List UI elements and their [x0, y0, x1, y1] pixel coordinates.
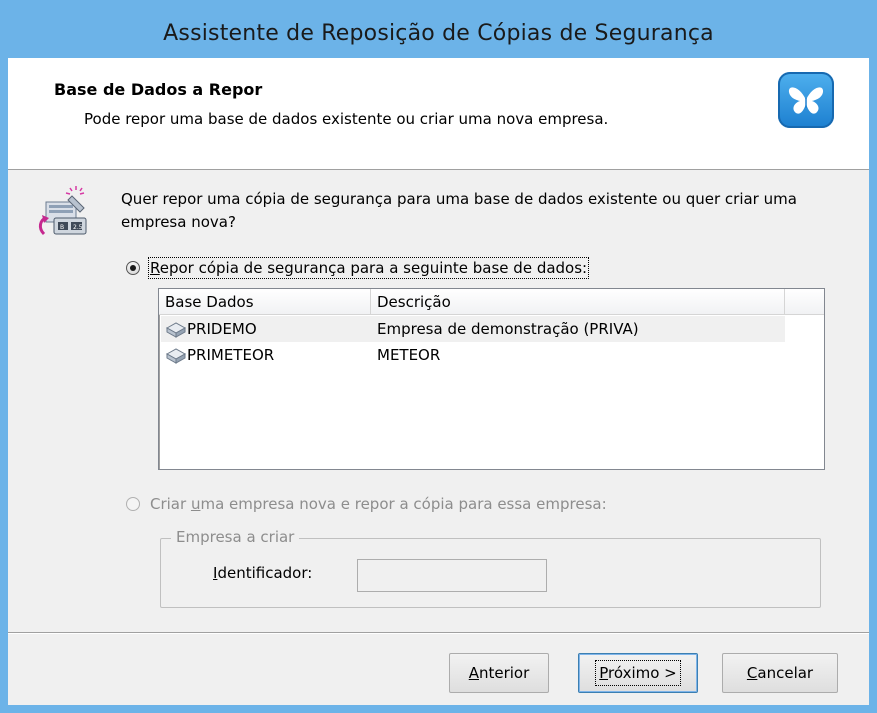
table-row[interactable]: PRIDEMO Empresa de demonstração (PRIVA)	[161, 316, 785, 342]
database-description: Empresa de demonstração (PRIVA)	[377, 320, 639, 338]
column-header-base-dados[interactable]: Base Dados	[159, 289, 371, 315]
database-name: PRIMETEOR	[187, 346, 275, 364]
column-header-descricao[interactable]: Descrição	[371, 289, 785, 315]
question-text: Quer repor uma cópia de segurança para u…	[121, 190, 797, 231]
database-name: PRIDEMO	[187, 320, 257, 338]
database-list[interactable]: Base Dados Descrição PRIDEMO Empresa de …	[158, 288, 825, 470]
create-new-radio[interactable]	[126, 497, 140, 511]
wizard-body: Base de Dados a Repor Pode repor uma bas…	[8, 58, 869, 705]
create-new-label[interactable]: Criar uma empresa nova e repor a cópia p…	[150, 495, 607, 513]
butterfly-logo-icon	[778, 72, 834, 128]
title-bar[interactable]: Assistente de Reposição de Cópias de Seg…	[0, 0, 877, 58]
footer-separator	[8, 632, 869, 634]
identifier-label: Identificador:	[213, 564, 313, 582]
database-list-header: Base Dados Descrição	[159, 289, 824, 315]
svg-text:2.5: 2.5	[73, 224, 83, 231]
database-icon	[165, 348, 187, 364]
restore-existing-radio[interactable]	[126, 261, 140, 275]
page-title: Base de Dados a Repor	[54, 80, 263, 99]
new-company-group: Empresa a criar Identificador:	[160, 528, 821, 608]
create-new-option[interactable]: Criar uma empresa nova e repor a cópia p…	[126, 495, 607, 513]
database-description: METEOR	[377, 346, 441, 364]
table-row[interactable]: PRIMETEOR METEOR	[161, 342, 785, 368]
database-icon	[165, 322, 187, 338]
identifier-input[interactable]	[357, 559, 547, 592]
wizard-header: Base de Dados a Repor Pode repor uma bas…	[8, 58, 869, 170]
column-header-filler	[785, 289, 825, 315]
previous-button[interactable]: Anterior	[449, 653, 549, 693]
window-title: Assistente de Reposição de Cópias de Seg…	[163, 20, 714, 46]
new-company-group-label: Empresa a criar	[171, 528, 300, 546]
next-button[interactable]: Próximo >	[578, 653, 698, 693]
restore-backup-icon: B 2.5	[36, 184, 96, 240]
page-subtitle: Pode repor uma base de dados existente o…	[84, 110, 609, 128]
restore-existing-option[interactable]: Repor cópia de segurança para a seguinte…	[126, 257, 590, 279]
cancel-button[interactable]: Cancelar	[722, 653, 838, 693]
svg-text:B: B	[60, 224, 64, 231]
restore-existing-label[interactable]: Repor cópia de segurança para a seguinte…	[147, 257, 590, 279]
wizard-window: Assistente de Reposição de Cópias de Seg…	[0, 0, 877, 713]
